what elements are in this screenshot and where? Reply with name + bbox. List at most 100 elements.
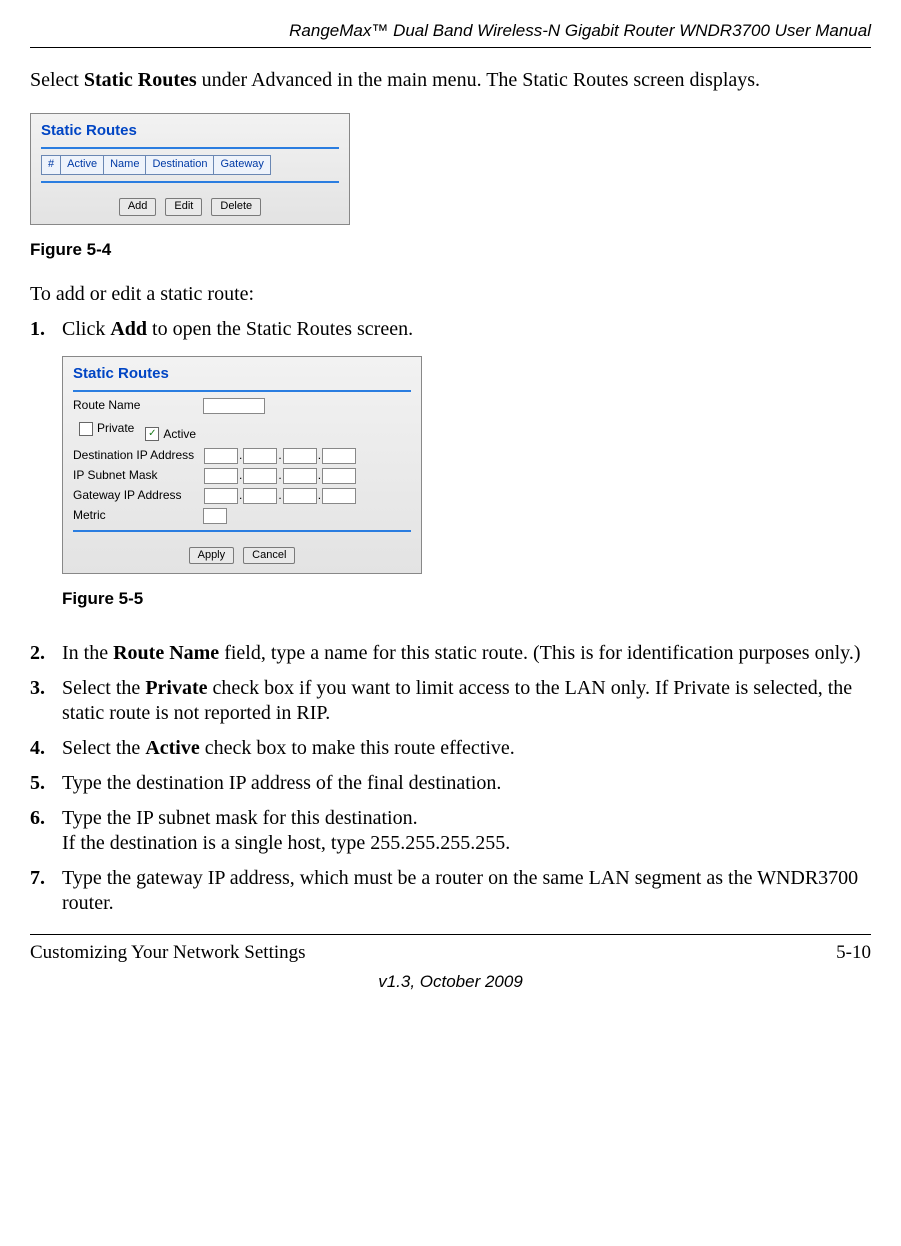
routes-table: # Active Name Destination Gateway: [41, 155, 271, 175]
step-5-text: Type the destination IP address of the f…: [62, 771, 871, 796]
intro-post: under Advanced in the main menu. The Sta…: [197, 69, 760, 91]
step-3-bold: Private: [145, 677, 207, 699]
step-3-pre: Select the: [62, 677, 145, 699]
step-4-num: 4.: [30, 736, 62, 761]
metric-label: Metric: [73, 508, 203, 523]
step-6-line2: If the destination is a single host, typ…: [62, 832, 510, 854]
metric-input[interactable]: [203, 508, 227, 524]
panel2-title: Static Routes: [73, 365, 411, 384]
mask-2[interactable]: [243, 468, 277, 484]
dot: .: [278, 488, 281, 503]
gw-ip-2[interactable]: [243, 488, 277, 504]
dot: .: [278, 468, 281, 483]
panel1-hr-bottom: [41, 181, 339, 183]
dot: .: [318, 488, 321, 503]
step-1-pre: Click: [62, 318, 110, 340]
gw-ip-4[interactable]: [322, 488, 356, 504]
add-button[interactable]: Add: [119, 198, 157, 216]
apply-button[interactable]: Apply: [189, 547, 235, 565]
gw-ip-3[interactable]: [283, 488, 317, 504]
active-label: Active: [163, 427, 196, 442]
dot: .: [318, 448, 321, 463]
footer-version: v1.3, October 2009: [30, 971, 871, 992]
private-checkbox-row[interactable]: Private: [79, 421, 134, 436]
step-5: 5. Type the destination IP address of th…: [30, 771, 871, 796]
panel1-button-row: Add Edit Delete: [41, 191, 339, 216]
mask-3[interactable]: [283, 468, 317, 484]
step-6: 6. Type the IP subnet mask for this dest…: [30, 806, 871, 856]
cancel-button[interactable]: Cancel: [243, 547, 295, 565]
col-num: #: [42, 156, 61, 175]
intro-pre: Select: [30, 69, 84, 91]
gw-ip-1[interactable]: [204, 488, 238, 504]
step-7-text: Type the gateway IP address, which must …: [62, 866, 871, 916]
route-name-row: Route Name: [73, 398, 411, 414]
dest-ip-row: Destination IP Address ...: [73, 448, 411, 464]
panel2-hr-bottom: [73, 530, 411, 532]
panel2-button-row: Apply Cancel: [73, 540, 411, 565]
step-1: 1. Click Add to open the Static Routes s…: [30, 317, 871, 631]
step-2-post: field, type a name for this static route…: [219, 642, 860, 664]
route-name-input[interactable]: [203, 398, 265, 414]
mask-4[interactable]: [322, 468, 356, 484]
step-2: 2. In the Route Name field, type a name …: [30, 641, 871, 666]
step-6-line1: Type the IP subnet mask for this destina…: [62, 807, 418, 829]
step-4-post: check box to make this route effective.: [200, 737, 515, 759]
step-2-bold: Route Name: [113, 642, 219, 664]
dest-ip-1[interactable]: [204, 448, 238, 464]
panel1-hr-top: [41, 147, 339, 149]
col-name: Name: [104, 156, 146, 175]
dot: .: [239, 488, 242, 503]
step-4: 4. Select the Active check box to make t…: [30, 736, 871, 761]
dest-ip-label: Destination IP Address: [73, 448, 203, 463]
page-footer: Customizing Your Network Settings 5-10: [30, 941, 871, 965]
intro-paragraph: Select Static Routes under Advanced in t…: [30, 68, 871, 93]
step-5-num: 5.: [30, 771, 62, 796]
static-routes-add-panel: Static Routes Route Name Private ✓ Activ…: [62, 356, 422, 574]
step-3-num: 3.: [30, 676, 62, 726]
step-2-num: 2.: [30, 641, 62, 666]
col-active: Active: [61, 156, 104, 175]
col-destination: Destination: [146, 156, 214, 175]
intro-bold: Static Routes: [84, 69, 197, 91]
delete-button[interactable]: Delete: [211, 198, 261, 216]
panel1-title: Static Routes: [41, 122, 339, 141]
step-1-bold: Add: [110, 318, 147, 340]
route-name-label: Route Name: [73, 398, 203, 413]
footer-left: Customizing Your Network Settings: [30, 941, 306, 965]
gw-ip-row: Gateway IP Address ...: [73, 488, 411, 504]
private-checkbox[interactable]: [79, 422, 93, 436]
dest-ip-4[interactable]: [322, 448, 356, 464]
dest-ip-2[interactable]: [243, 448, 277, 464]
lead-in-text: To add or edit a static route:: [30, 282, 871, 307]
page-header-title: RangeMax™ Dual Band Wireless-N Gigabit R…: [30, 20, 871, 41]
step-1-num: 1.: [30, 317, 62, 631]
step-2-pre: In the: [62, 642, 113, 664]
dot: .: [239, 468, 242, 483]
step-1-post: to open the Static Routes screen.: [147, 318, 413, 340]
mask-1[interactable]: [204, 468, 238, 484]
metric-row: Metric: [73, 508, 411, 524]
dot: .: [278, 448, 281, 463]
step-4-pre: Select the: [62, 737, 145, 759]
step-7: 7. Type the gateway IP address, which mu…: [30, 866, 871, 916]
footer-rule: [30, 934, 871, 935]
col-gateway: Gateway: [214, 156, 270, 175]
header-rule: [30, 47, 871, 48]
dest-ip-3[interactable]: [283, 448, 317, 464]
step-4-bold: Active: [145, 737, 199, 759]
active-checkbox-row[interactable]: ✓ Active: [145, 427, 196, 442]
panel2-hr-top: [73, 390, 411, 392]
figure-5-5-caption: Figure 5-5: [62, 588, 871, 609]
figure-5-4-caption: Figure 5-4: [30, 239, 871, 260]
mask-row: IP Subnet Mask ...: [73, 468, 411, 484]
mask-label: IP Subnet Mask: [73, 468, 203, 483]
step-3: 3. Select the Private check box if you w…: [30, 676, 871, 726]
footer-right: 5-10: [836, 941, 871, 965]
private-label: Private: [97, 421, 134, 436]
dot: .: [318, 468, 321, 483]
active-checkbox[interactable]: ✓: [145, 427, 159, 441]
dot: .: [239, 448, 242, 463]
static-routes-list-panel: Static Routes # Active Name Destination …: [30, 113, 350, 225]
edit-button[interactable]: Edit: [165, 198, 202, 216]
